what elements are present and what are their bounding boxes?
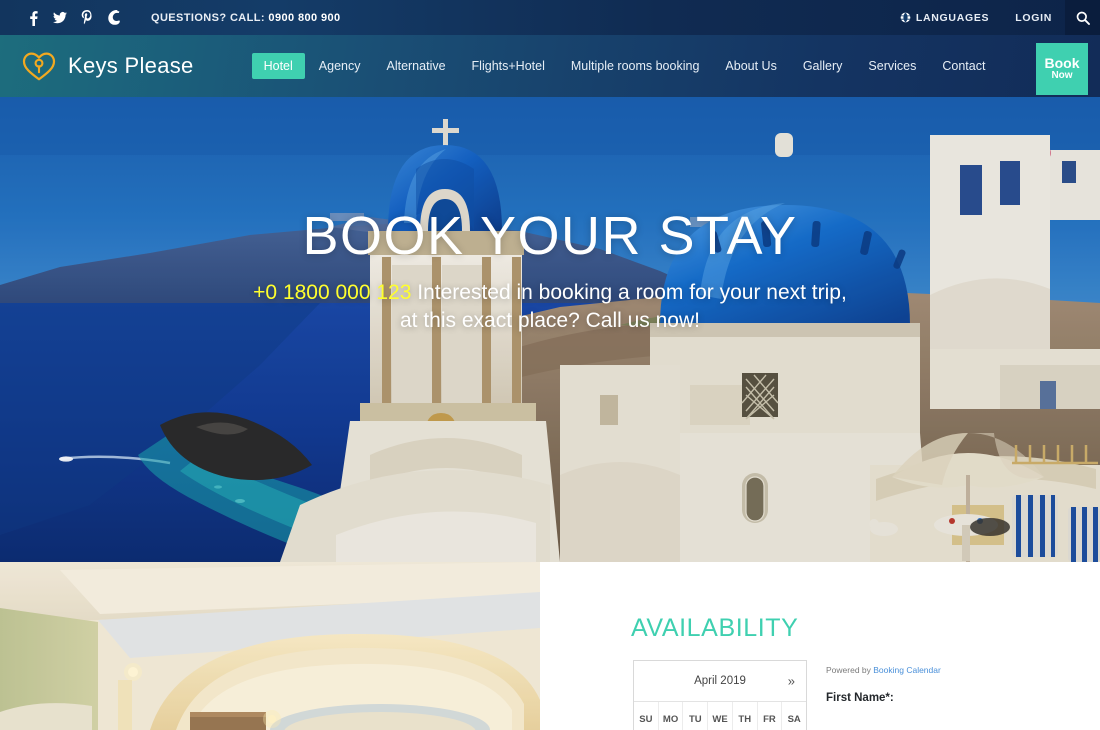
book-now-button[interactable]: Book Now: [1036, 43, 1088, 95]
calendar-dow-sa: SA: [787, 713, 801, 725]
hero-image: [0, 35, 1100, 562]
book-now-line1: Book: [1044, 55, 1080, 72]
availability-panel: AVAILABILITY April 2019 » SU MO TU WE TH…: [540, 562, 1100, 730]
pinterest-icon[interactable]: [80, 9, 94, 26]
calendar-weekday-header: SU MO TU WE TH FR SA: [634, 702, 806, 730]
calendar-dow-fr: FR: [758, 702, 783, 730]
nav-item-hotel[interactable]: Hotel: [251, 53, 305, 79]
calendar-dow-we: WE: [708, 702, 733, 730]
calendar-dow-mo: MO: [659, 702, 684, 730]
lower-section: AVAILABILITY April 2019 » SU MO TU WE TH…: [0, 562, 1100, 730]
calendar-month-label: April 2019: [694, 675, 746, 687]
nav-item-flights-hotel[interactable]: Flights+Hotel: [460, 53, 557, 79]
top-bar-right: LANGUAGES LOGIN: [887, 0, 1100, 35]
questions-label: QUESTIONS? CALL:: [151, 11, 265, 24]
login-label: LOGIN: [1015, 11, 1052, 24]
availability-title: AVAILABILITY: [631, 614, 799, 642]
questions-phone[interactable]: 0900 800 900: [268, 12, 340, 24]
nav-item-agency[interactable]: Agency: [307, 53, 373, 79]
tumblr-icon[interactable]: [107, 10, 121, 26]
calendar-dow-th: TH: [733, 702, 758, 730]
calendar-dow-tu: TU: [683, 702, 709, 730]
questions-call-text: QUESTIONS? CALL: 0900 800 900: [151, 12, 341, 24]
nav-item-services[interactable]: Services: [856, 53, 928, 79]
nav-item-multiple-rooms-booking[interactable]: Multiple rooms booking: [559, 53, 712, 79]
powered-by-text: Powered by Booking Calendar: [826, 665, 941, 675]
nav-menu: Hotel Agency Alternative Flights+Hotel M…: [251, 53, 998, 79]
search-icon: [1076, 11, 1090, 25]
nav-item-about-us[interactable]: About Us: [713, 53, 788, 79]
page-root: BOOK YOUR STAY +0 1800 000 123 Intereste…: [0, 0, 1100, 730]
search-button[interactable]: [1065, 0, 1100, 35]
globe-icon: [900, 12, 911, 23]
top-utility-bar: QUESTIONS? CALL: 0900 800 900 LANGUAGES …: [0, 0, 1100, 35]
powered-by-prefix: Powered by: [826, 665, 874, 675]
brand-name: Keys Please: [68, 53, 194, 78]
twitter-icon[interactable]: [53, 10, 67, 26]
booking-calendar[interactable]: April 2019 » SU MO TU WE TH FR SA: [633, 660, 807, 730]
book-now-line2: Now: [1051, 70, 1073, 82]
first-name-label: First Name*:: [826, 692, 894, 704]
hero-section: BOOK YOUR STAY +0 1800 000 123 Intereste…: [0, 35, 1100, 562]
nav-item-gallery[interactable]: Gallery: [791, 53, 855, 79]
main-navbar: Keys Please Hotel Agency Alternative Fli…: [0, 35, 1100, 97]
nav-item-contact[interactable]: Contact: [930, 53, 997, 79]
facebook-icon[interactable]: [26, 10, 40, 26]
booking-calendar-link[interactable]: Booking Calendar: [873, 665, 941, 675]
room-photo-panel: [0, 562, 540, 730]
calendar-header: April 2019 »: [634, 661, 806, 702]
languages-label: LANGUAGES: [915, 11, 990, 24]
chevron-double-right-icon[interactable]: »: [788, 675, 795, 688]
login-link[interactable]: LOGIN: [1002, 12, 1065, 24]
brand-logo[interactable]: Keys Please: [22, 51, 194, 81]
heart-key-logo-icon: [22, 52, 56, 81]
languages-selector[interactable]: LANGUAGES: [887, 12, 1002, 24]
nav-item-alternative[interactable]: Alternative: [374, 53, 457, 79]
calendar-dow-su: SU: [634, 702, 659, 730]
social-links: [26, 9, 121, 26]
room-image: [0, 562, 540, 730]
